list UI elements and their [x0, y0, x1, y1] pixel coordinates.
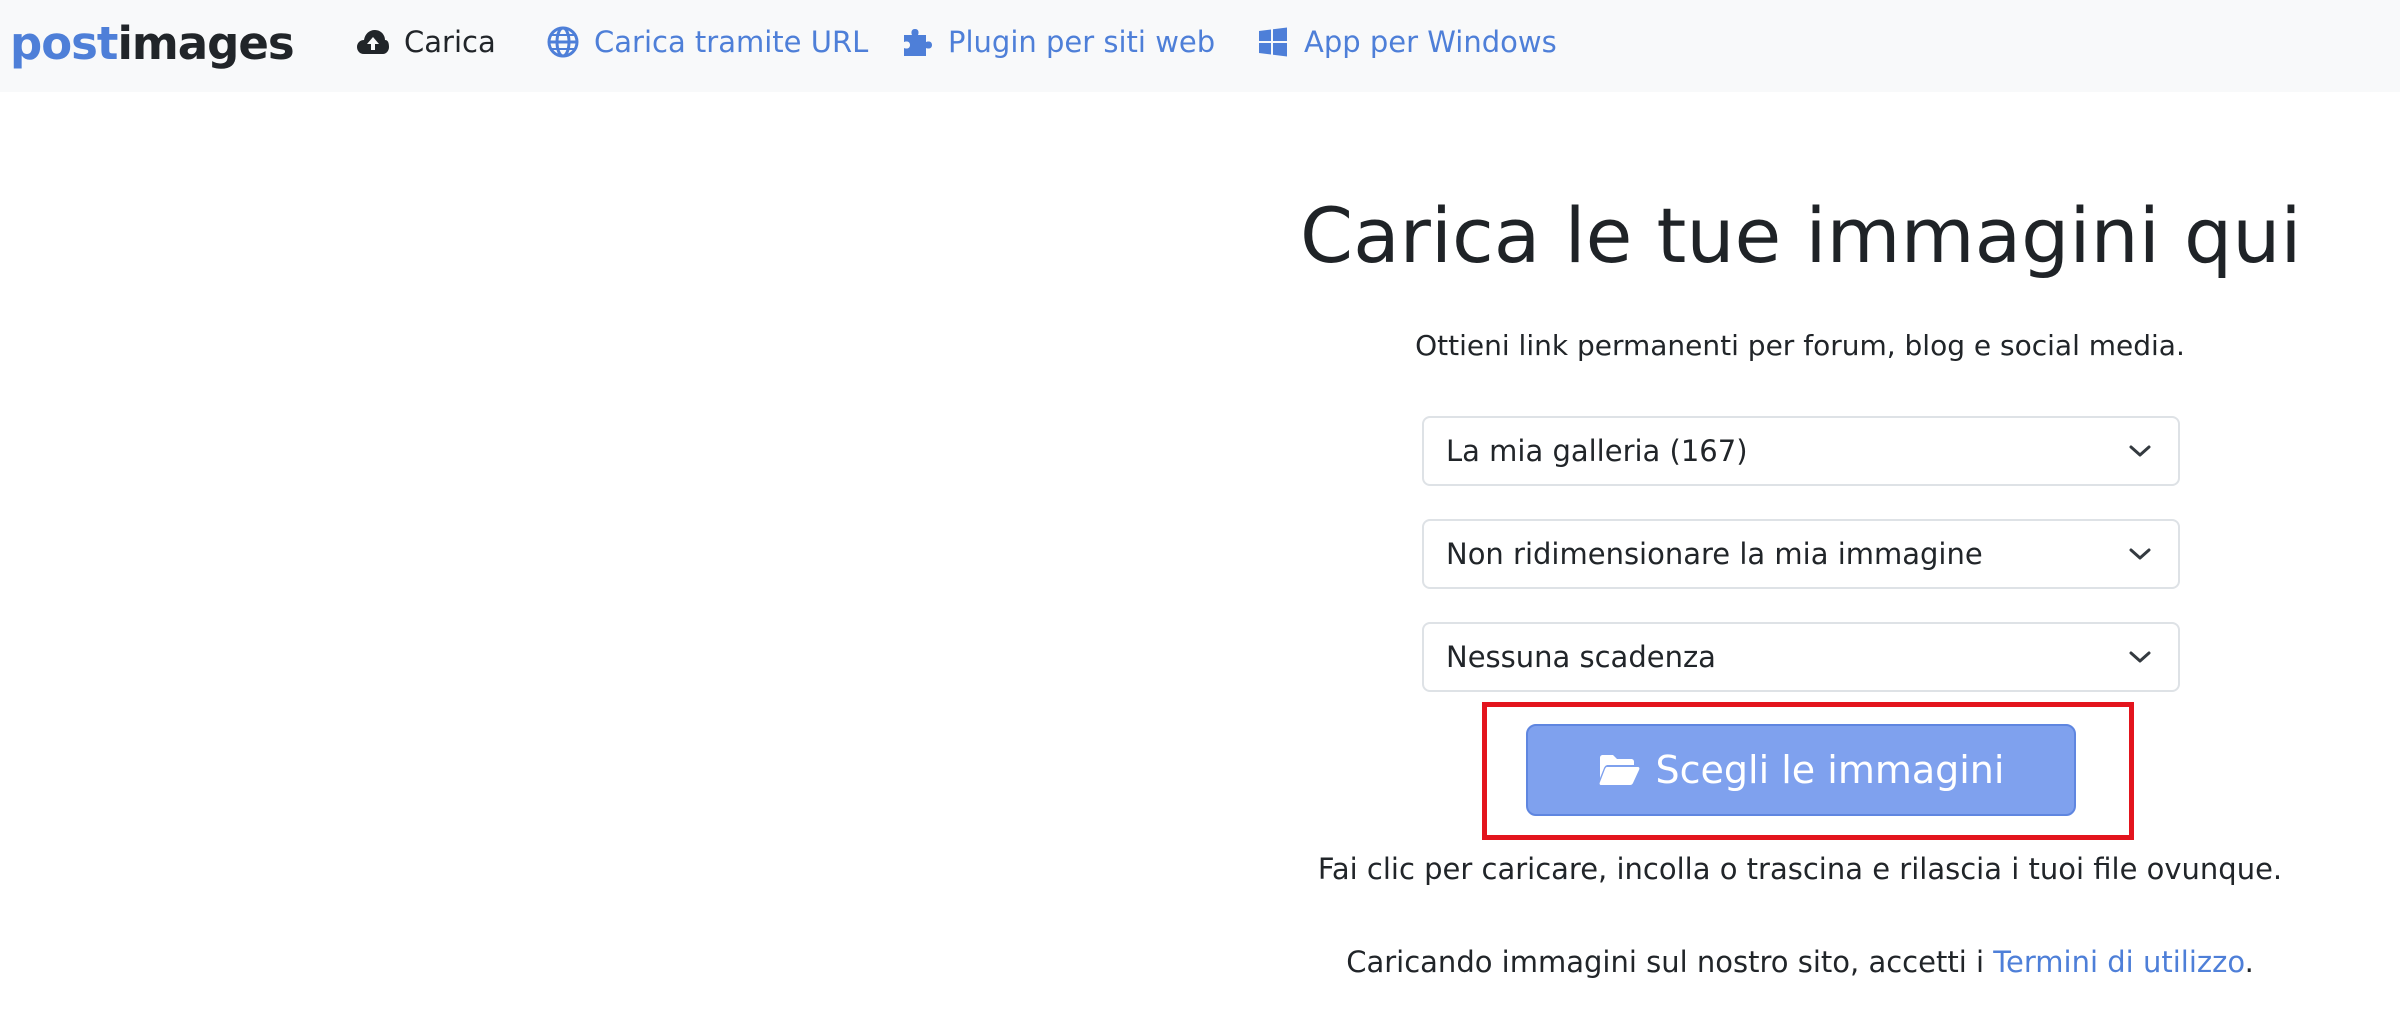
nav-item-app-windows[interactable]: App per Windows [1256, 20, 1557, 64]
logo-text-post: post [10, 17, 118, 70]
nav-item-label: Carica [404, 25, 496, 59]
folder-open-icon [1598, 752, 1640, 788]
terms-prefix: Caricando immagini sul nostro sito, acce… [1346, 945, 1994, 979]
windows-icon [1256, 25, 1290, 59]
puzzle-icon [900, 25, 934, 59]
chevron-down-icon [2129, 548, 2151, 560]
resize-select[interactable]: Non ridimensionare la mia immagine [1422, 519, 2180, 589]
terms-link[interactable]: Termini di utilizzo [1993, 945, 2244, 979]
logo-text-images: images [117, 17, 294, 70]
terms-suffix: . [2244, 945, 2254, 979]
resize-select-value: Non ridimensionare la mia immagine [1446, 537, 1983, 571]
nav-item-label: App per Windows [1304, 25, 1557, 59]
terms-notice: Caricando immagini sul nostro sito, acce… [1300, 942, 2300, 982]
nav-item-label: Carica tramite URL [594, 25, 869, 59]
page-subtitle: Ottieni link permanenti per forum, blog … [1415, 329, 2185, 362]
expiry-select[interactable]: Nessuna scadenza [1422, 622, 2180, 692]
chevron-down-icon [2129, 445, 2151, 457]
chevron-down-icon [2129, 651, 2151, 663]
choose-images-label: Scegli le immagini [1655, 748, 2005, 792]
cloud-upload-icon [356, 25, 390, 59]
gallery-select[interactable]: La mia galleria (167) [1422, 416, 2180, 486]
choose-images-button[interactable]: Scegli le immagini [1526, 724, 2076, 816]
nav-item-label: Plugin per siti web [948, 25, 1216, 59]
top-navbar: postimages Carica Carica tramite URL Plu… [0, 0, 2400, 92]
postimages-logo[interactable]: postimages [10, 14, 295, 74]
nav-item-carica-url[interactable]: Carica tramite URL [546, 20, 868, 64]
globe-icon [546, 25, 580, 59]
gallery-select-value: La mia galleria (167) [1446, 434, 1748, 468]
expiry-select-value: Nessuna scadenza [1446, 640, 1716, 674]
nav-item-plugin[interactable]: Plugin per siti web [900, 20, 1215, 64]
page-title: Carica le tue immagini qui [1300, 191, 2302, 280]
nav-item-carica[interactable]: Carica [356, 20, 496, 64]
upload-help-text: Fai clic per caricare, incolla o trascin… [1317, 852, 2283, 886]
